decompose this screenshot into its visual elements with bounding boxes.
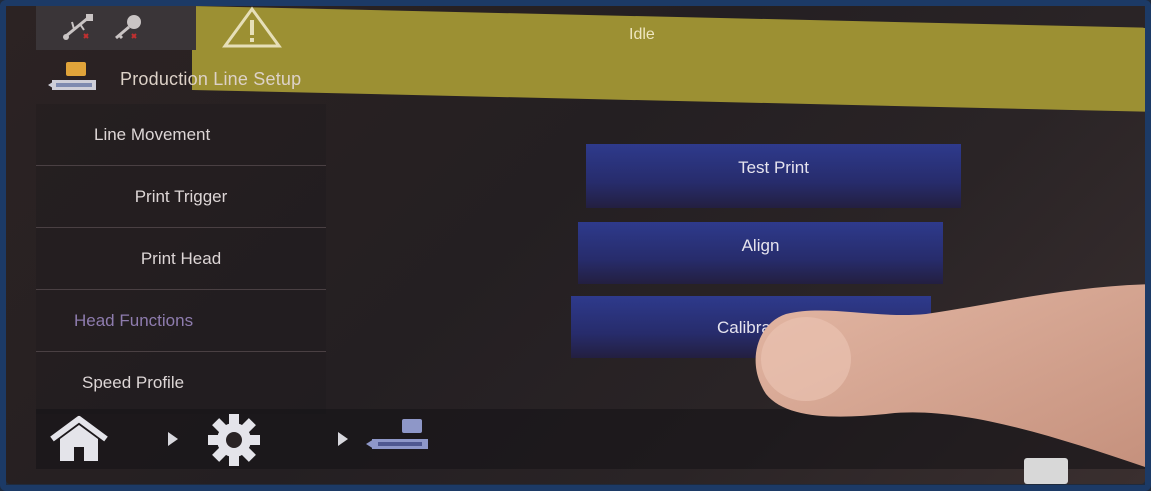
chevron-right-icon xyxy=(166,431,180,447)
production-line-icon xyxy=(46,60,110,98)
calibrate-button[interactable]: Calibrate xyxy=(571,296,931,358)
align-button[interactable]: Align xyxy=(578,222,943,284)
menu-item-speed-profile[interactable]: Speed Profile xyxy=(36,352,326,414)
bottom-nav-bar xyxy=(36,409,1145,469)
status-text: Idle xyxy=(629,26,655,43)
page-header: Production Line Setup xyxy=(46,54,301,104)
test-print-button[interactable]: Test Print xyxy=(586,144,961,208)
status-icons xyxy=(36,4,196,50)
key-icon xyxy=(110,12,144,42)
status-banner xyxy=(192,6,1145,112)
menu-item-head-functions[interactable]: Head Functions xyxy=(36,290,326,352)
touch-screen: Idle Production Line Setup Line Movement… xyxy=(6,4,1145,484)
corner-icon[interactable] xyxy=(1024,458,1068,484)
menu-item-line-movement[interactable]: Line Movement xyxy=(36,104,326,166)
chevron-right-icon xyxy=(336,431,350,447)
menu-item-print-trigger[interactable]: Print Trigger xyxy=(36,166,326,228)
usb-icon xyxy=(62,12,96,42)
menu-item-print-head[interactable]: Print Head xyxy=(36,228,326,290)
production-line-icon[interactable] xyxy=(366,417,436,461)
page-title: Production Line Setup xyxy=(120,68,302,89)
gear-icon[interactable] xyxy=(206,412,262,468)
home-icon[interactable] xyxy=(44,415,114,463)
warning-icon xyxy=(221,6,283,53)
side-menu: Line Movement Print Trigger Print Head H… xyxy=(36,104,326,414)
